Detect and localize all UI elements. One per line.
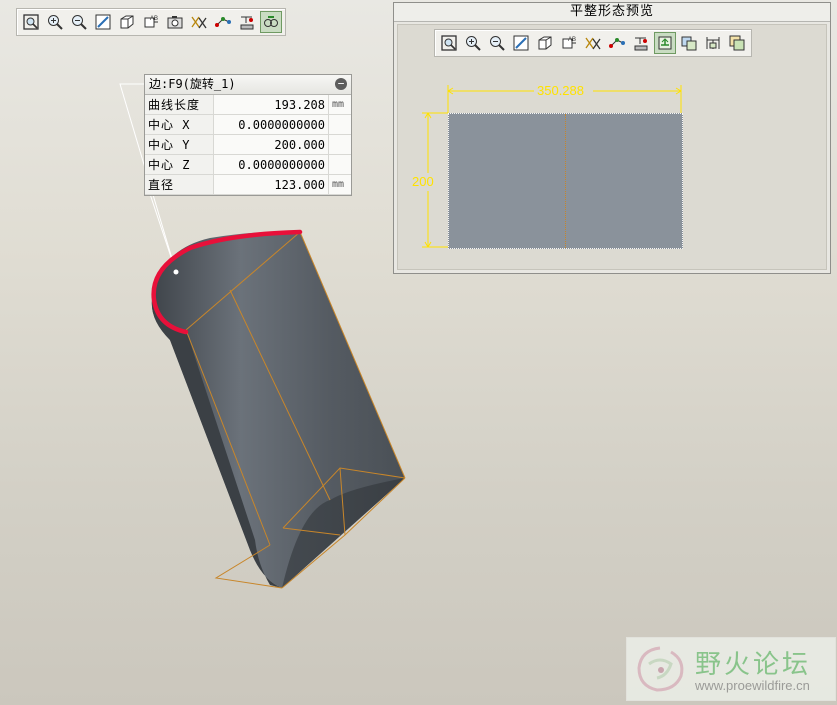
info-unit: mm bbox=[328, 95, 351, 115]
info-label: 中心 X bbox=[145, 114, 214, 135]
camera-button[interactable] bbox=[164, 11, 186, 33]
edge-info-title-text: 边:F9(旋转_1) bbox=[149, 77, 236, 91]
info-unit bbox=[328, 154, 351, 175]
datum-planes-icon bbox=[190, 13, 208, 31]
main-view-toolbar: AB bbox=[16, 8, 286, 36]
spin-center-button[interactable] bbox=[260, 11, 282, 33]
edge-pick-point bbox=[173, 269, 179, 275]
zoom-in-button[interactable] bbox=[44, 11, 66, 33]
spin-center-icon bbox=[262, 13, 280, 31]
svg-text:AB: AB bbox=[150, 16, 158, 22]
info-row: 中心 Z 0.0000000000 bbox=[145, 154, 351, 175]
camera-icon bbox=[166, 13, 184, 31]
edge-info-title: 边:F9(旋转_1) − bbox=[145, 75, 351, 95]
datum-axes-icon bbox=[214, 13, 232, 31]
datum-points-button[interactable] bbox=[236, 11, 258, 33]
saved-views-button[interactable]: AB bbox=[140, 11, 162, 33]
datum-planes-button[interactable] bbox=[188, 11, 210, 33]
datum-axes-button[interactable] bbox=[212, 11, 234, 33]
saved-views-icon: AB bbox=[142, 13, 160, 31]
info-value: 123.000 bbox=[213, 174, 329, 195]
repaint-icon bbox=[94, 13, 112, 31]
repaint-button[interactable] bbox=[92, 11, 114, 33]
datum-points-icon bbox=[238, 13, 256, 31]
zoom-fit-button[interactable] bbox=[20, 11, 42, 33]
info-unit bbox=[328, 114, 351, 135]
edge-info-table: 曲线长度 193.208 mm 中心 X 0.0000000000 中心 Y 200.000… bbox=[145, 95, 351, 195]
bend-line bbox=[565, 114, 566, 248]
info-value: 0.0000000000 bbox=[213, 114, 329, 135]
info-row: 中心 Y 200.000 bbox=[145, 134, 351, 155]
info-unit bbox=[328, 134, 351, 155]
zoom-in-icon bbox=[46, 13, 64, 31]
height-dimension-label[interactable]: 200 bbox=[412, 174, 434, 189]
forum-watermark: 野火论坛 www.proewildfire.cn bbox=[626, 637, 836, 701]
flat-state-preview-window: 平整形态预览 AB 350.288 200 bbox=[393, 2, 831, 274]
info-label: 中心 Z bbox=[145, 154, 214, 175]
info-row: 中心 X 0.0000000000 bbox=[145, 114, 351, 135]
info-unit: mm bbox=[328, 174, 351, 195]
forum-logo-icon bbox=[637, 646, 684, 692]
info-label: 曲线长度 bbox=[145, 95, 214, 115]
part-surface[interactable] bbox=[151, 231, 405, 588]
watermark-url: www.proewildfire.cn bbox=[695, 678, 810, 693]
info-label: 中心 Y bbox=[145, 134, 214, 155]
preview-canvas[interactable]: AB 350.288 200 bbox=[397, 24, 827, 270]
flat-pattern-shape[interactable] bbox=[448, 113, 683, 249]
collapse-icon[interactable]: − bbox=[335, 78, 347, 90]
view-orient-icon bbox=[118, 13, 136, 31]
info-row: 曲线长度 193.208 mm bbox=[145, 95, 351, 115]
zoom-out-icon bbox=[70, 13, 88, 31]
width-dimension-label[interactable]: 350.288 bbox=[537, 83, 584, 98]
view-orient-button[interactable] bbox=[116, 11, 138, 33]
info-label: 直径 bbox=[145, 174, 214, 195]
preview-title: 平整形态预览 bbox=[394, 3, 830, 22]
edge-info-panel: 边:F9(旋转_1) − 曲线长度 193.208 mm 中心 X 0.00000000… bbox=[144, 74, 352, 196]
zoom-out-button[interactable] bbox=[68, 11, 90, 33]
info-row: 直径 123.000 mm bbox=[145, 174, 351, 195]
info-value: 200.000 bbox=[213, 134, 329, 155]
info-value: 0.0000000000 bbox=[213, 154, 329, 175]
zoom-fit-icon bbox=[22, 13, 40, 31]
info-value: 193.208 bbox=[213, 95, 329, 115]
watermark-title: 野火论坛 bbox=[695, 650, 812, 680]
